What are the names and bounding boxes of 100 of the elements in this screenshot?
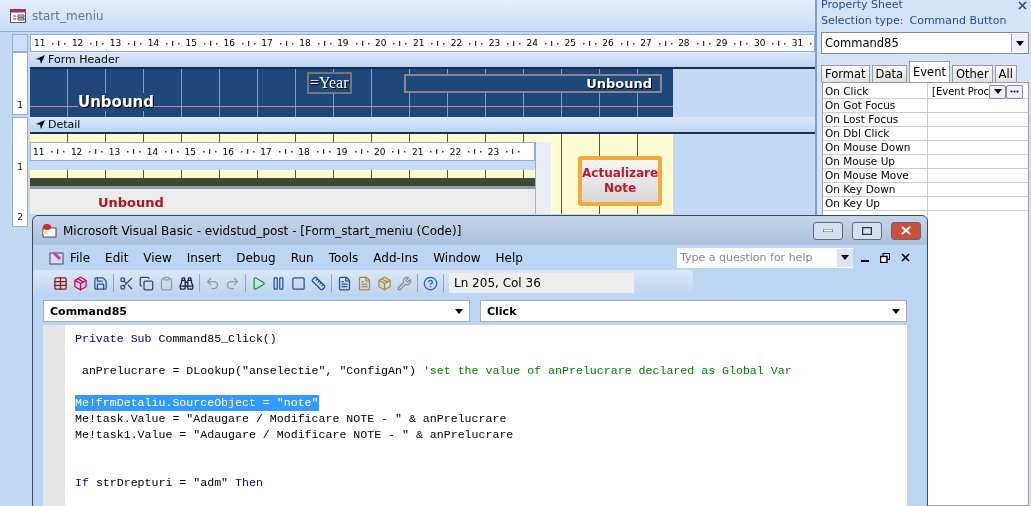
ruler-number: 22 [450,38,463,48]
dropdown-caret-icon [837,248,853,267]
ruler-ticks [392,149,407,154]
ruler-number: 13 [109,38,122,48]
section-arrow-icon [36,120,45,129]
toolbox-icon[interactable] [397,275,412,291]
run-icon[interactable] [251,275,266,291]
ruler-ticks [51,149,66,154]
save-icon[interactable] [93,275,108,291]
text-box-control[interactable]: Unbound [78,93,154,111]
ruler-number: 26 [602,38,614,48]
find-icon[interactable] [179,275,194,291]
menu-item[interactable]: Window [428,248,486,267]
ruler-ticks [658,40,673,46]
maximize-icon[interactable] [852,221,882,240]
ruler-ticks [507,40,522,46]
ruler-number: 11 [34,38,46,48]
ruler-ticks [316,149,331,154]
ruler-ticks [506,149,521,154]
copy-icon[interactable] [139,275,154,291]
menu-item[interactable]: Edit [100,248,134,267]
property-name: On Key Down [824,183,897,196]
dropdown-caret-icon [1011,34,1028,52]
ruler-number: 20 [375,38,387,48]
ruler-number: 21 [411,146,424,157]
ruler-ticks [734,40,749,46]
property-tab[interactable]: All [994,65,1017,82]
section-bar[interactable]: Form Header [30,52,815,69]
section-label: Form Header [48,53,120,66]
help-search-field[interactable]: Type a question for help [677,247,853,268]
menu-item[interactable]: Debug [231,248,281,267]
property-tab[interactable]: Other [951,65,993,82]
ruler-number: 23 [487,146,500,157]
property-value[interactable]: [Event Proc [932,86,990,97]
pause-icon[interactable] [271,275,286,291]
menu-item[interactable]: Help [490,248,528,267]
scroll-bar[interactable] [535,142,551,214]
ruler-ticks [545,40,560,46]
ruler-ticks [127,149,142,154]
property-name: On Got Focus [824,99,897,112]
property-name: On Mouse Up [824,155,896,168]
section-label: Detail [48,118,81,131]
object-dropdown[interactable]: Command85 [821,32,1029,54]
code-line: Private Sub Command85_Click() [75,331,277,347]
text-box-control[interactable]: Unbound [98,195,164,210]
text-box-control[interactable]: Unbound [404,74,662,93]
ruler-ticks [696,40,711,46]
property-name: On Dbl Click [824,127,891,140]
app-icon [49,250,65,265]
ruler-number: 25 [564,38,576,48]
ruler-ticks [620,40,635,46]
object-dropdown[interactable]: Command85 [43,300,470,322]
cursor-position: Ln 205, Col 36 [449,273,634,293]
ruler-ticks [203,149,217,154]
ruler-ticks [278,149,293,154]
ruler-number: 24 [526,38,539,48]
ruler-ticks [90,40,105,46]
cut-icon[interactable] [119,275,134,291]
selection-type-value: Command Button [909,14,1007,27]
menu-item[interactable]: File [65,248,96,267]
procedure-dropdown[interactable]: Click [480,300,907,322]
ruler-number: 19 [336,146,348,157]
ruler-ticks [89,149,104,154]
close-icon[interactable] [1018,1,1027,10]
ruler-number: 12 [71,38,84,48]
restore-icon[interactable] [877,252,893,263]
ruler-ticks [279,40,294,46]
menu-item[interactable]: Tools [323,248,364,267]
property-name: On Lost Focus [824,113,900,126]
property-tab[interactable]: Event [909,61,950,82]
property-tab[interactable]: Data [871,65,907,82]
menu-item[interactable]: Add-Ins [368,248,424,267]
stop-icon[interactable] [291,275,306,291]
text-box-control[interactable]: =Year [307,72,352,94]
document-tab[interactable]: start_meniu [0,0,815,32]
ruler-number: 18 [299,38,311,48]
menu-item[interactable]: Run [285,248,319,267]
property-tab[interactable]: Format [821,65,870,82]
command-button[interactable]: Actualizare Note [578,156,662,206]
ruler-number: 1 [17,100,23,110]
section-bar[interactable]: Detail [30,117,815,134]
menu-item[interactable]: View [138,248,177,267]
ruler-number: 15 [184,146,196,157]
ruler-number: 30 [753,38,766,48]
ruler-number: 11 [33,146,45,157]
ruler-ticks [240,149,255,154]
ruler-ticks [468,149,483,154]
ruler-number: 19 [337,38,349,48]
ruler-ticks [772,40,787,46]
ruler-number: 31 [791,38,804,48]
ruler-number: 12 [70,146,83,157]
code-editor[interactable] [43,325,907,506]
ruler-number: 16 [223,38,235,48]
subform-control[interactable]: 11 12 13 14 15 16 17 18 19 20 21 22 23 [30,142,536,170]
menu-item[interactable]: Insert [181,248,227,267]
ruler-number: 14 [146,146,159,157]
ruler-ticks [393,40,408,46]
help-icon[interactable] [423,275,438,291]
dropdown-caret-icon[interactable] [989,84,1007,99]
property-name: On Key Up [824,197,881,210]
